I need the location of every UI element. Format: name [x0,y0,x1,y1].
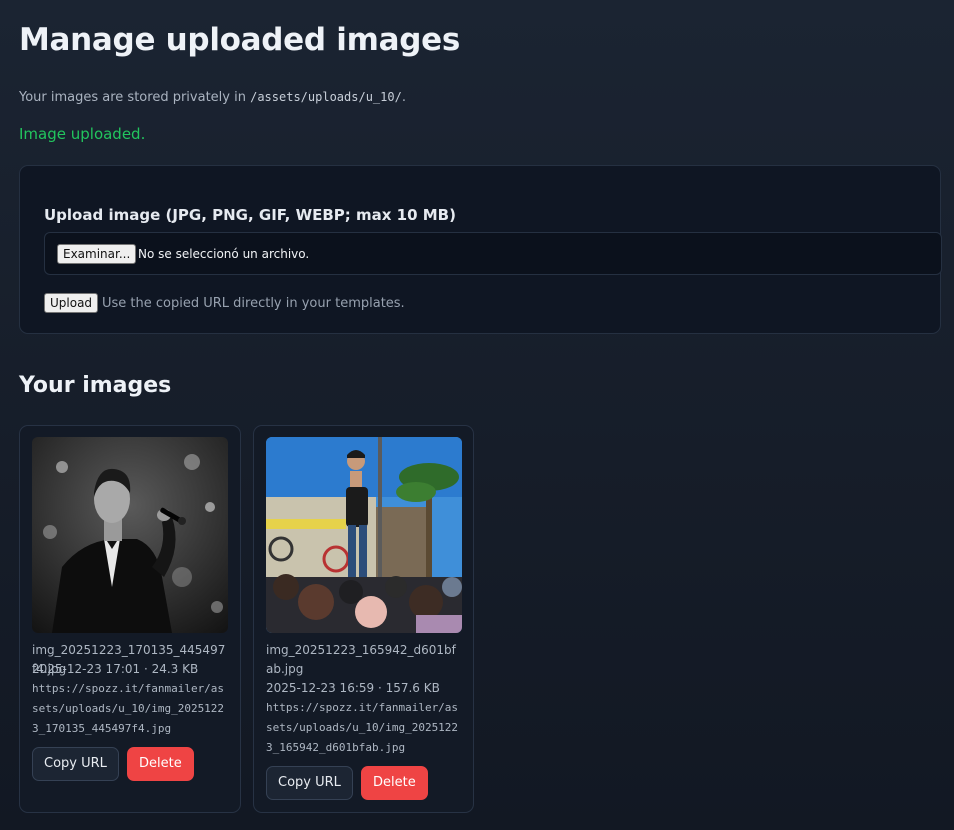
copy-url-button[interactable]: Copy URL [266,766,353,800]
upload-panel: Upload image (JPG, PNG, GIF, WEBP; max 1… [19,165,942,334]
singer-bw-photo-icon [32,437,228,633]
image-url: https://spozz.it/fanmailer/assets/upload… [266,701,459,754]
storage-note: Your images are stored privately in /ass… [19,90,406,105]
image-actions: Copy URL Delete [32,747,194,781]
image-thumbnail[interactable] [266,437,462,633]
image-thumbnail[interactable] [32,437,228,633]
upload-label: Upload image (JPG, PNG, GIF, WEBP; max 1… [44,206,456,224]
upload-hint: Use the copied URL directly in your temp… [102,296,405,311]
flash-message: Image uploaded. [19,125,146,143]
copy-url-button[interactable]: Copy URL [32,747,119,781]
image-card: img_20251223_170135_445497f4.jpg 2025-12… [19,425,241,813]
image-meta: 2025-12-23 16:59 · 157.6 KB [266,681,440,695]
storage-suffix: . [401,90,406,105]
browse-button[interactable]: Examinar... [57,244,137,264]
delete-button[interactable]: Delete [127,747,194,781]
delete-button[interactable]: Delete [361,766,428,800]
storage-prefix: Your images are stored privately in [19,90,251,105]
page-title: Manage uploaded images [19,22,460,58]
image-filename: img_20251223_165942_d601bfab.jpg [266,643,456,676]
image-meta: 2025-12-23 17:01 · 24.3 KB [32,662,199,676]
image-url: https://spozz.it/fanmailer/assets/upload… [32,682,225,735]
file-status: No se seleccionó un archivo. [138,247,310,261]
image-actions: Copy URL Delete [266,766,428,800]
gallery-heading: Your images [19,373,172,398]
image-card: img_20251223_165942_d601bfab.jpg 2025-12… [253,425,474,813]
file-input[interactable]: Examinar... No se seleccionó un archivo. [44,232,942,275]
upload-button[interactable]: Upload [44,293,99,313]
stage-crowd-photo-icon [266,437,462,633]
storage-path: /assets/uploads/u_10/ [250,90,402,104]
